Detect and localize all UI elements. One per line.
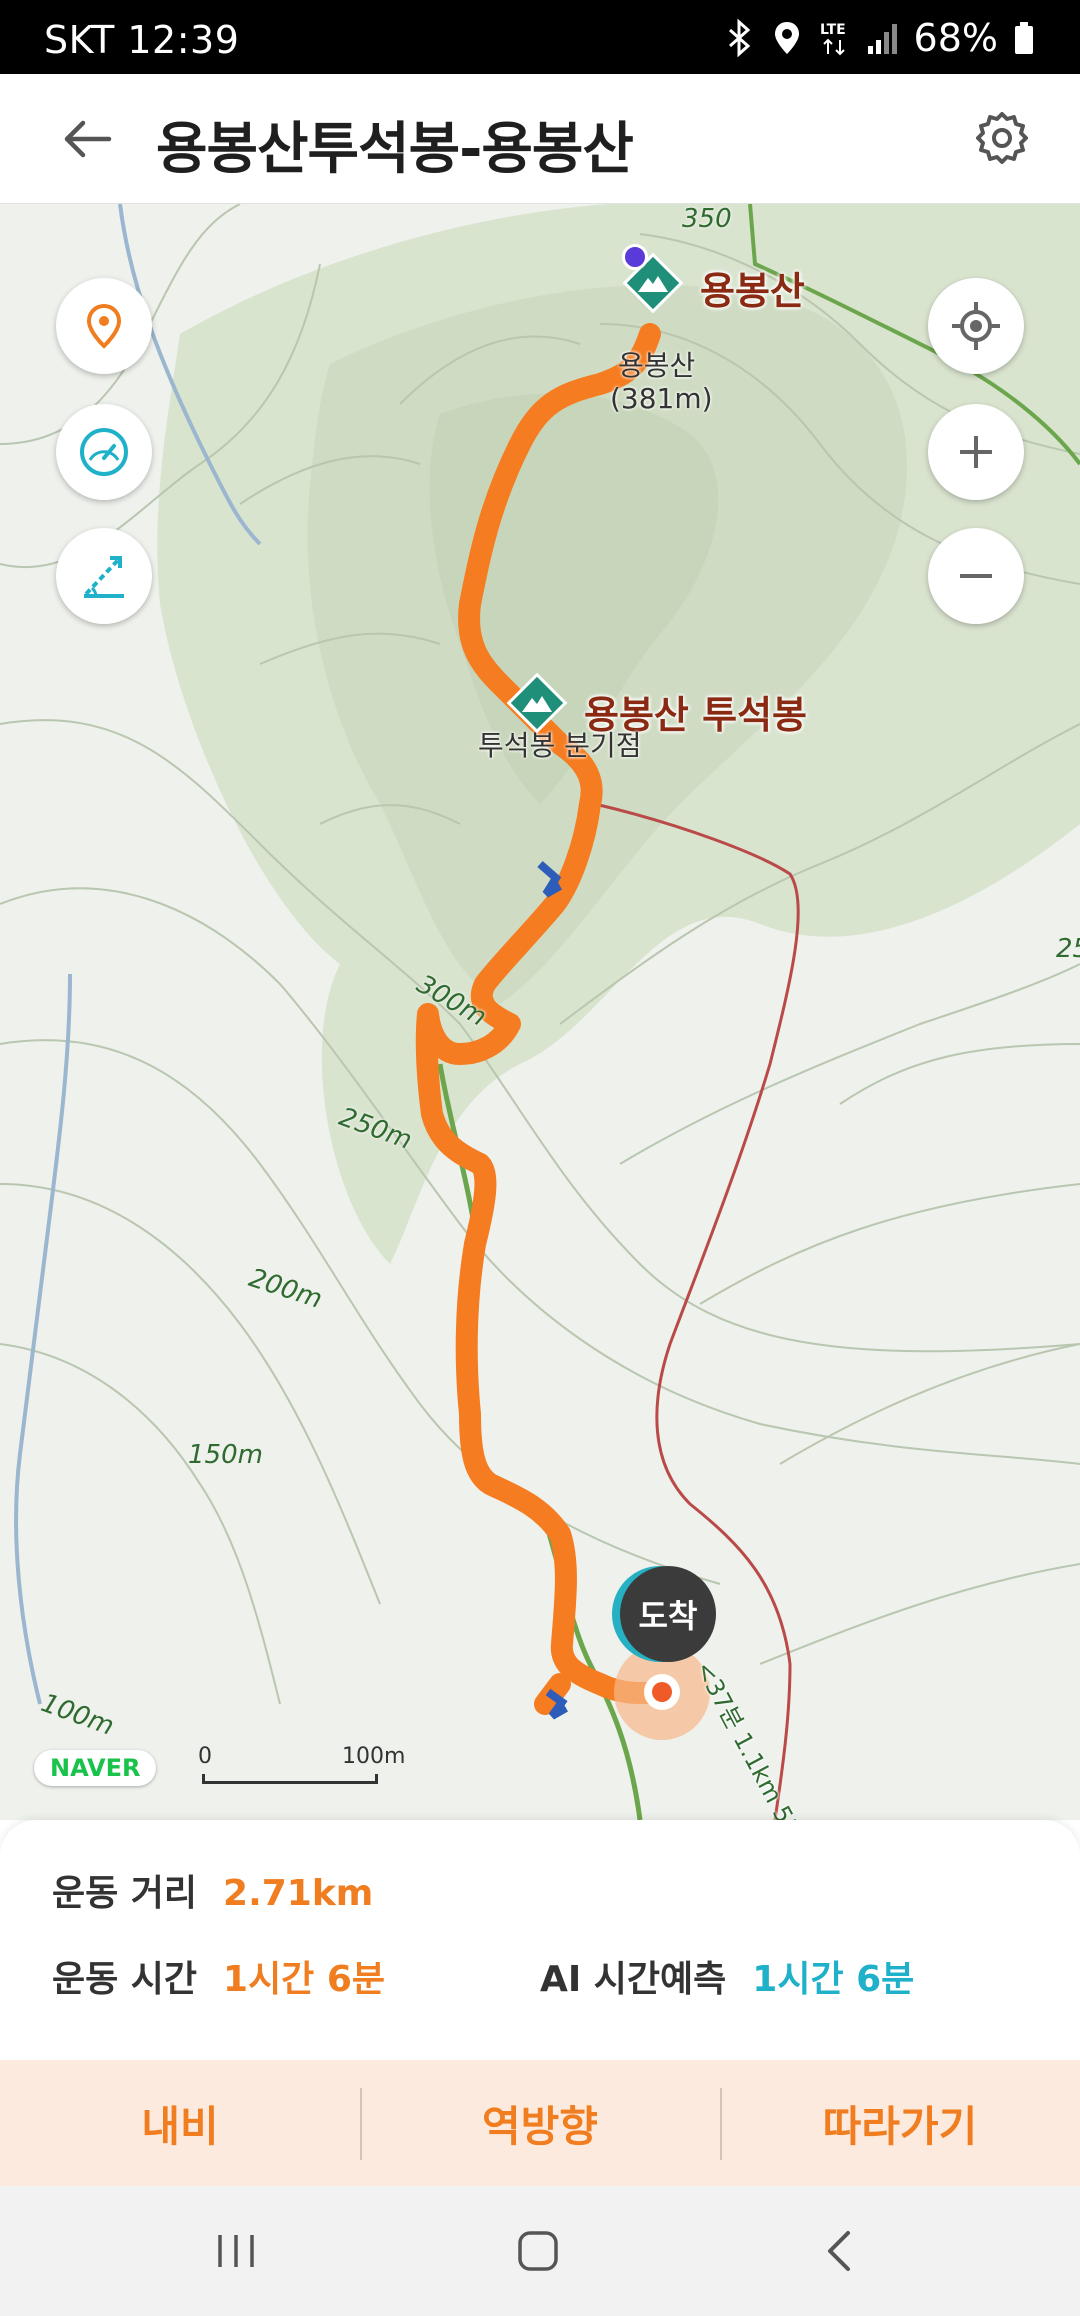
map-scale: 0 100m (198, 1744, 405, 1784)
elevation-icon (84, 556, 124, 598)
crosshair-icon (952, 302, 1000, 350)
reverse-button[interactable]: 역방향 (360, 2060, 720, 2186)
my-location-pin-button[interactable] (56, 278, 152, 374)
navi-button[interactable]: 내비 (0, 2060, 360, 2186)
battery-percent: 68% (913, 16, 998, 60)
time-label: 운동 시간 (52, 1959, 198, 2000)
back-arrow-icon (64, 120, 112, 158)
scale-zero: 0 (198, 1744, 212, 1769)
app-header: 용봉산투석봉-용봉산 (0, 74, 1080, 204)
lte-icon: LTE (818, 18, 852, 58)
svg-text:LTE: LTE (820, 22, 846, 38)
arrival-marker[interactable]: 도착 (620, 1566, 716, 1662)
junction-label: 투석봉 분기점 (478, 729, 642, 762)
summit-elevation-label: (381m) (610, 382, 713, 415)
settings-button[interactable] (966, 102, 1038, 174)
map-view[interactable]: 용봉산 용봉산 (381m) 용봉산 투석봉 투석봉 분기점 350 300m … (0, 204, 1080, 1820)
location-pin-icon (86, 303, 122, 349)
current-location-button[interactable] (928, 278, 1024, 374)
minus-icon (960, 574, 992, 578)
summit-name-label: 용봉산 (618, 349, 696, 382)
speed-gauge-button[interactable] (56, 404, 152, 500)
home-icon (518, 2231, 558, 2271)
system-nav-bar (0, 2186, 1080, 2316)
status-bar: SKT 12:39 LTE 68% (0, 0, 1080, 74)
chevron-left-icon (828, 2231, 850, 2271)
map-canvas (0, 204, 1080, 1820)
recent-apps-icon (218, 2235, 254, 2267)
home-button[interactable] (498, 2216, 578, 2286)
zoom-in-button[interactable] (928, 404, 1024, 500)
plus-icon (960, 436, 992, 468)
back-button[interactable] (52, 104, 122, 174)
page-title: 용봉산투석봉-용봉산 (156, 117, 634, 182)
contour-label: 25 (1056, 934, 1080, 964)
battery-icon (1012, 18, 1046, 58)
ai-prediction-label: AI 시간예측 (540, 1959, 727, 2000)
system-back-button[interactable] (800, 2216, 880, 2286)
elevation-profile-button[interactable] (56, 528, 152, 624)
location-icon (770, 18, 804, 58)
time-value: 1시간 6분 (223, 1959, 386, 2000)
gauge-icon (80, 428, 128, 476)
workout-info-panel: 운동 거리 2.71km 운동 시간 1시간 6분 AI 시간예측 1시간 6분 (0, 1820, 1080, 2060)
start-point-icon (622, 244, 648, 270)
gear-icon (976, 112, 1028, 164)
zoom-out-button[interactable] (928, 528, 1024, 624)
naver-logo: NAVER (34, 1750, 157, 1786)
distance-value: 2.71km (223, 1873, 374, 1914)
signal-icon (866, 18, 900, 58)
action-bar: 내비 역방향 따라가기 (0, 2060, 1080, 2186)
distance-label: 운동 거리 (52, 1873, 198, 1914)
recent-apps-button[interactable] (196, 2216, 276, 2286)
carrier-time: SKT 12:39 (44, 18, 240, 62)
peak-label-yongbongsan: 용봉산 (700, 269, 805, 313)
bluetooth-icon (722, 18, 756, 58)
contour-label: 150m (188, 1440, 263, 1470)
follow-button[interactable]: 따라가기 (720, 2060, 1080, 2186)
ai-prediction-value: 1시간 6분 (752, 1959, 915, 2000)
contour-label: 350 (682, 204, 732, 234)
scale-distance: 100m (342, 1744, 406, 1769)
